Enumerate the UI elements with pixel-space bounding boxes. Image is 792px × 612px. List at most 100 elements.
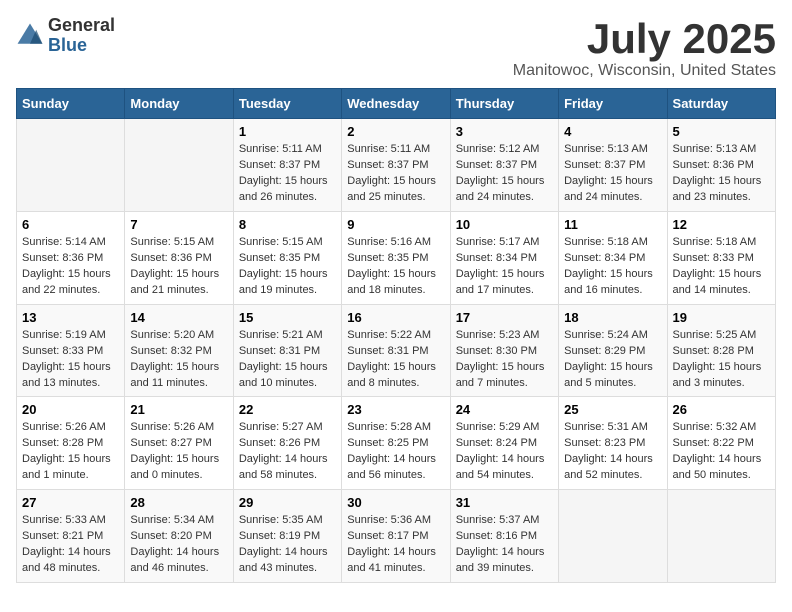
calendar-cell [17,119,125,212]
header-saturday: Saturday [667,89,775,119]
calendar-cell: 9 Sunrise: 5:16 AMSunset: 8:35 PMDaylight… [342,211,450,304]
calendar-cell: 18 Sunrise: 5:24 AMSunset: 8:29 PMDayligh… [559,304,667,397]
day-number: 27 [22,495,119,510]
calendar-cell: 3 Sunrise: 5:12 AMSunset: 8:37 PMDaylight… [450,119,558,212]
calendar-cell: 21Sunrise: 5:26 AMSunset: 8:27 PMDayligh… [125,397,233,490]
day-number: 20 [22,402,119,417]
day-info: Sunrise: 5:36 AMSunset: 8:17 PMDaylight:… [347,513,444,577]
logo-general-text: General [48,16,115,36]
day-number: 16 [347,310,444,325]
calendar-cell: 23 Sunrise: 5:28 AMSunset: 8:25 PMDayligh… [342,397,450,490]
calendar-cell: 8 Sunrise: 5:15 AMSunset: 8:35 PMDaylight… [233,211,341,304]
calendar-cell: 26 Sunrise: 5:32 AMSunset: 8:22 PMDayligh… [667,397,775,490]
location-title: Manitowoc, Wisconsin, United States [513,62,776,80]
calendar-cell: 22 Sunrise: 5:27 AMSunset: 8:26 PMDayligh… [233,397,341,490]
day-number: 24 [456,402,553,417]
day-info: Sunrise: 5:18 AMSunset: 8:33 PMDaylight:… [673,235,770,299]
day-number: 19 [673,310,770,325]
day-info: Sunrise: 5:11 AMSunset: 8:37 PMDaylight:… [347,142,444,206]
day-info: Sunrise: 5:28 AMSunset: 8:25 PMDaylight:… [347,420,444,484]
day-info: Sunrise: 5:22 AMSunset: 8:31 PMDaylight:… [347,328,444,392]
day-info: Sunrise: 5:12 AMSunset: 8:37 PMDaylight:… [456,142,553,206]
day-info: Sunrise: 5:11 AMSunset: 8:37 PMDaylight:… [239,142,336,206]
calendar-cell: 20 Sunrise: 5:26 AMSunset: 8:28 PMDayligh… [17,397,125,490]
header-wednesday: Wednesday [342,89,450,119]
day-number: 22 [239,402,336,417]
day-info: Sunrise: 5:16 AMSunset: 8:35 PMDaylight:… [347,235,444,299]
calendar-week-row: 6 Sunrise: 5:14 AMSunset: 8:36 PMDaylight… [17,211,776,304]
day-number: 28 [130,495,227,510]
day-info: Sunrise: 5:26 AMSunset: 8:28 PMDaylight:… [22,420,119,484]
calendar-cell: 10Sunrise: 5:17 AMSunset: 8:34 PMDayligh… [450,211,558,304]
day-number: 5 [673,124,770,139]
day-info: Sunrise: 5:19 AMSunset: 8:33 PMDaylight:… [22,328,119,392]
calendar-cell: 12 Sunrise: 5:18 AMSunset: 8:33 PMDayligh… [667,211,775,304]
calendar-cell: 28 Sunrise: 5:34 AMSunset: 8:20 PMDayligh… [125,490,233,583]
day-info: Sunrise: 5:24 AMSunset: 8:29 PMDaylight:… [564,328,661,392]
day-number: 3 [456,124,553,139]
day-info: Sunrise: 5:27 AMSunset: 8:26 PMDaylight:… [239,420,336,484]
day-number: 13 [22,310,119,325]
month-title: July 2025 [513,16,776,62]
day-info: Sunrise: 5:33 AMSunset: 8:21 PMDaylight:… [22,513,119,577]
calendar-cell: 30 Sunrise: 5:36 AMSunset: 8:17 PMDayligh… [342,490,450,583]
calendar-cell: 6 Sunrise: 5:14 AMSunset: 8:36 PMDaylight… [17,211,125,304]
header-thursday: Thursday [450,89,558,119]
calendar-cell: 31Sunrise: 5:37 AMSunset: 8:16 PMDayligh… [450,490,558,583]
title-area: July 2025 Manitowoc, Wisconsin, United S… [513,16,776,80]
calendar-cell: 7Sunrise: 5:15 AMSunset: 8:36 PMDaylight… [125,211,233,304]
day-number: 17 [456,310,553,325]
day-number: 1 [239,124,336,139]
calendar-cell: 14Sunrise: 5:20 AMSunset: 8:32 PMDayligh… [125,304,233,397]
day-number: 30 [347,495,444,510]
day-info: Sunrise: 5:21 AMSunset: 8:31 PMDaylight:… [239,328,336,392]
calendar-cell: 13 Sunrise: 5:19 AMSunset: 8:33 PMDayligh… [17,304,125,397]
calendar-cell: 29 Sunrise: 5:35 AMSunset: 8:19 PMDayligh… [233,490,341,583]
calendar-cell [667,490,775,583]
logo-icon [16,22,44,50]
calendar-cell: 15 Sunrise: 5:21 AMSunset: 8:31 PMDayligh… [233,304,341,397]
day-number: 6 [22,217,119,232]
day-number: 18 [564,310,661,325]
calendar-week-row: 1 Sunrise: 5:11 AMSunset: 8:37 PMDaylight… [17,119,776,212]
day-number: 4 [564,124,661,139]
day-info: Sunrise: 5:15 AMSunset: 8:36 PMDaylight:… [130,235,227,299]
day-info: Sunrise: 5:25 AMSunset: 8:28 PMDaylight:… [673,328,770,392]
calendar-cell: 24Sunrise: 5:29 AMSunset: 8:24 PMDayligh… [450,397,558,490]
day-number: 9 [347,217,444,232]
day-number: 21 [130,402,227,417]
calendar-table: SundayMondayTuesdayWednesdayThursdayFrid… [16,88,776,583]
calendar-header-row: SundayMondayTuesdayWednesdayThursdayFrid… [17,89,776,119]
calendar-week-row: 27 Sunrise: 5:33 AMSunset: 8:21 PMDayligh… [17,490,776,583]
day-info: Sunrise: 5:20 AMSunset: 8:32 PMDaylight:… [130,328,227,392]
calendar-cell: 5 Sunrise: 5:13 AMSunset: 8:36 PMDaylight… [667,119,775,212]
day-info: Sunrise: 5:15 AMSunset: 8:35 PMDaylight:… [239,235,336,299]
calendar-cell: 2Sunrise: 5:11 AMSunset: 8:37 PMDaylight… [342,119,450,212]
day-info: Sunrise: 5:35 AMSunset: 8:19 PMDaylight:… [239,513,336,577]
day-info: Sunrise: 5:32 AMSunset: 8:22 PMDaylight:… [673,420,770,484]
calendar-cell [125,119,233,212]
calendar-cell: 19 Sunrise: 5:25 AMSunset: 8:28 PMDayligh… [667,304,775,397]
header-friday: Friday [559,89,667,119]
day-info: Sunrise: 5:34 AMSunset: 8:20 PMDaylight:… [130,513,227,577]
calendar-cell: 25Sunrise: 5:31 AMSunset: 8:23 PMDayligh… [559,397,667,490]
logo: General Blue [16,16,115,56]
day-number: 29 [239,495,336,510]
calendar-cell: 1 Sunrise: 5:11 AMSunset: 8:37 PMDaylight… [233,119,341,212]
day-number: 23 [347,402,444,417]
day-number: 10 [456,217,553,232]
day-number: 25 [564,402,661,417]
day-number: 8 [239,217,336,232]
calendar-cell: 4Sunrise: 5:13 AMSunset: 8:37 PMDaylight… [559,119,667,212]
day-number: 26 [673,402,770,417]
logo-blue-text: Blue [48,36,115,56]
day-number: 15 [239,310,336,325]
calendar-cell: 11Sunrise: 5:18 AMSunset: 8:34 PMDayligh… [559,211,667,304]
day-number: 12 [673,217,770,232]
page-header: General Blue July 2025 Manitowoc, Wiscon… [16,16,776,80]
day-info: Sunrise: 5:13 AMSunset: 8:36 PMDaylight:… [673,142,770,206]
calendar-week-row: 13 Sunrise: 5:19 AMSunset: 8:33 PMDayligh… [17,304,776,397]
day-info: Sunrise: 5:23 AMSunset: 8:30 PMDaylight:… [456,328,553,392]
calendar-cell: 17 Sunrise: 5:23 AMSunset: 8:30 PMDayligh… [450,304,558,397]
day-info: Sunrise: 5:14 AMSunset: 8:36 PMDaylight:… [22,235,119,299]
